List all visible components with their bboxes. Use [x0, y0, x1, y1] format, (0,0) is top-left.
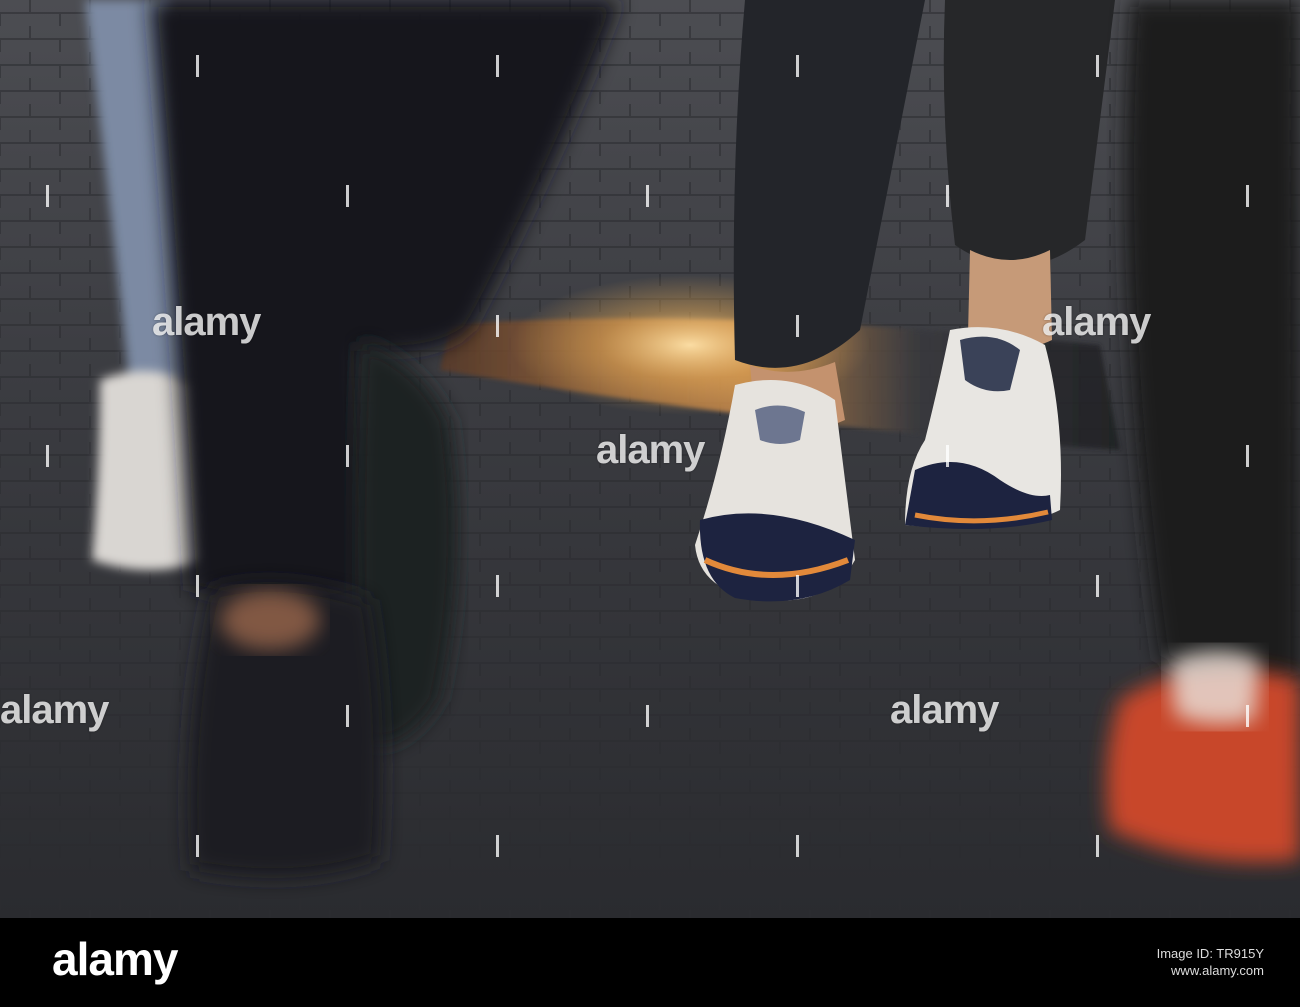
watermark-tick	[1096, 55, 1099, 77]
watermark-text: alamy	[596, 428, 705, 472]
watermark-tick	[796, 55, 799, 77]
watermark-tick	[796, 315, 799, 337]
watermark-text: alamy	[0, 688, 109, 732]
watermark-tick	[1246, 185, 1249, 207]
watermark-tick	[1246, 705, 1249, 727]
watermark-tick	[496, 55, 499, 77]
watermark-tick	[1096, 575, 1099, 597]
watermark-tick	[46, 445, 49, 467]
foreground-black-jeans-right	[1124, 0, 1300, 687]
watermark-text: alamy	[890, 688, 999, 732]
watermark-tick	[346, 445, 349, 467]
brand-logo: alamy	[52, 933, 178, 985]
watermark-tick	[1246, 445, 1249, 467]
site-url: www.alamy.com	[1171, 963, 1264, 978]
watermark-tick	[646, 705, 649, 727]
watermark-tick	[496, 315, 499, 337]
watermark-tick	[946, 185, 949, 207]
watermark-tick	[646, 185, 649, 207]
watermark-tick	[1096, 835, 1099, 857]
watermark-tick	[946, 445, 949, 467]
watermark-text: alamy	[1042, 300, 1151, 344]
watermark-tick	[196, 835, 199, 857]
watermark-tick	[346, 705, 349, 727]
watermark-tick	[496, 575, 499, 597]
image-info: Image ID: TR915Y www.alamy.com	[1157, 946, 1264, 978]
watermark-tick	[46, 185, 49, 207]
watermark-text: alamy	[152, 300, 261, 344]
foreground-ankle	[220, 590, 320, 650]
watermark-footer: alamy Image ID: TR915Y www.alamy.com	[0, 918, 1300, 1007]
watermark-tick	[196, 575, 199, 597]
heel-tab	[755, 405, 805, 444]
watermark-tick	[196, 55, 199, 77]
street-photo: alamy alamy alamy alamy alamy	[0, 0, 1300, 918]
watermark-tick	[796, 575, 799, 597]
watermark-tick	[346, 185, 349, 207]
image-id-label: Image ID: TR915Y	[1156, 946, 1264, 961]
watermark-tick	[796, 835, 799, 857]
stock-photo-page: alamy alamy alamy alamy alamy alamy Imag…	[0, 0, 1300, 1007]
watermark-tick	[496, 835, 499, 857]
